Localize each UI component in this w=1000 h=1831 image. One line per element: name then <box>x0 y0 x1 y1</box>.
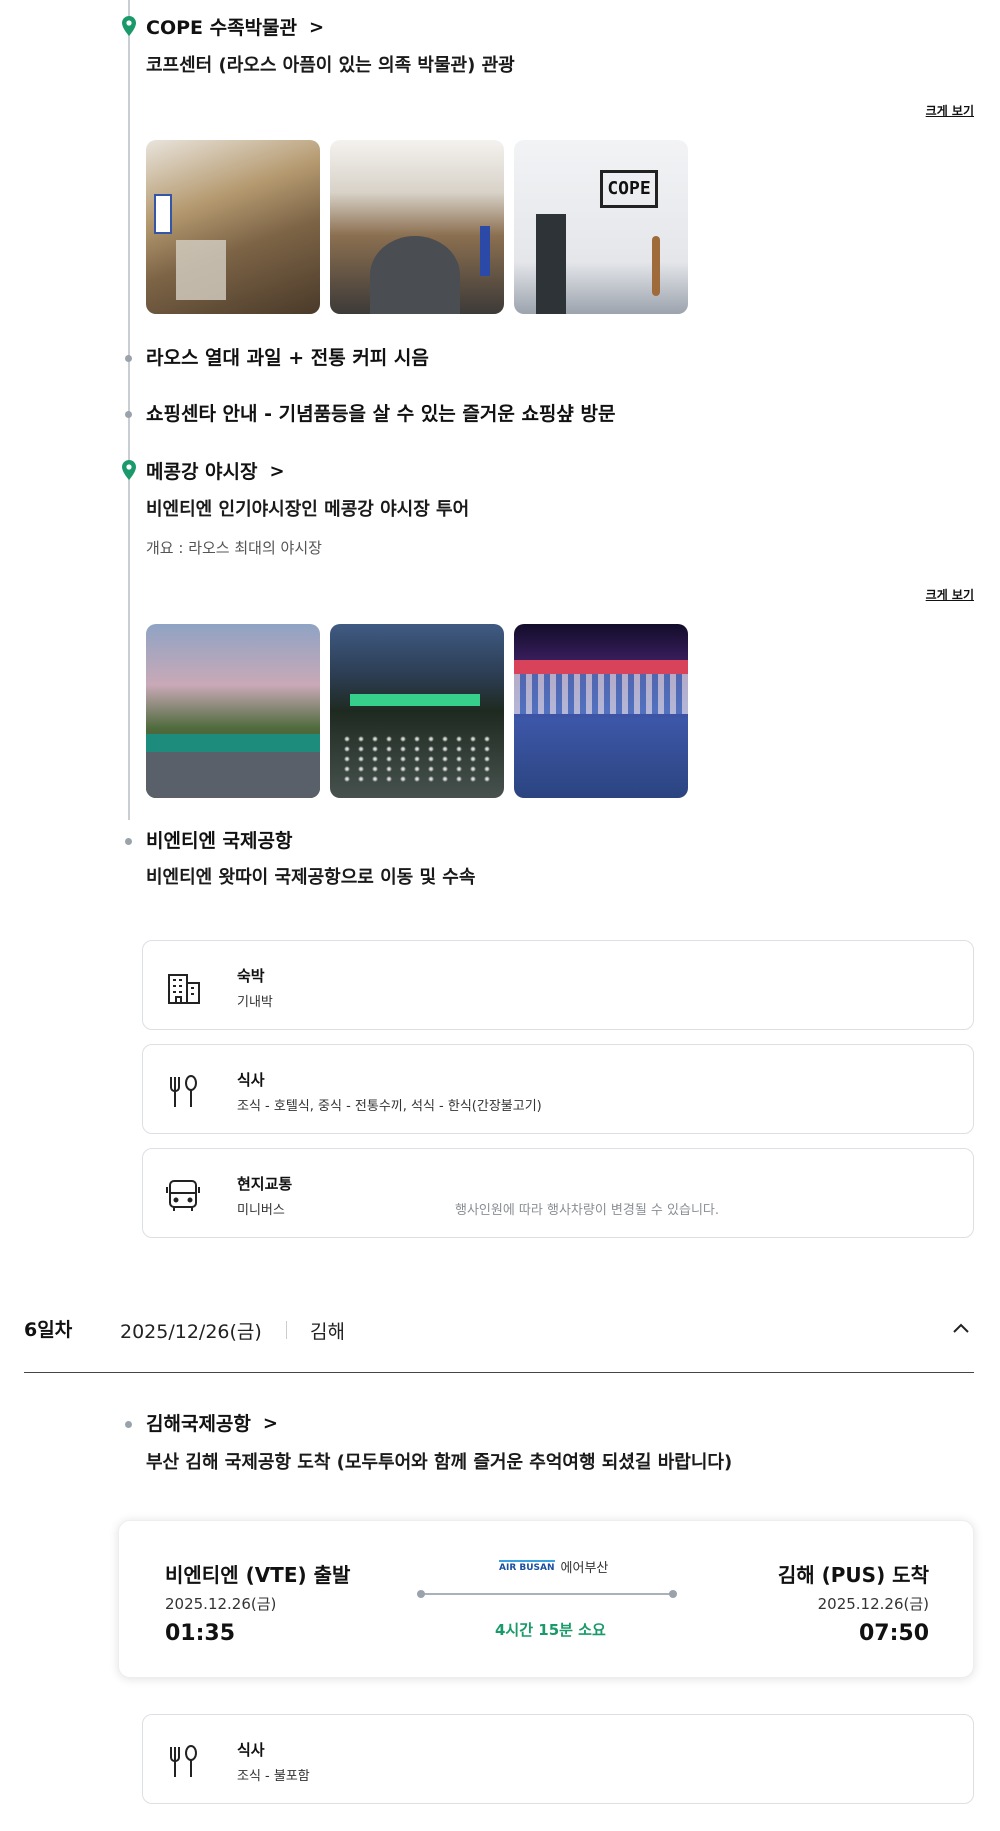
day-label: 6일차 <box>24 1319 73 1341</box>
flight-card: 비엔티엔 (VTE) 출발 2025.12.26(금) 01:35 AIR BU… <box>118 1520 974 1678</box>
meal-card: 식사 조식 - 불포함 <box>142 1714 974 1804</box>
photo-thumbnail[interactable] <box>146 624 320 798</box>
timeline-line <box>128 0 130 820</box>
meal-card: 식사 조식 - 호텔식, 중식 - 전통수끼, 석식 - 한식(간장불고기) <box>142 1044 974 1134</box>
stop-title: 라오스 열대 과일 + 전통 커피 시음 <box>146 347 429 369</box>
photo-thumbnail[interactable] <box>146 140 320 314</box>
photo-gallery: COPE <box>146 140 688 314</box>
bus-icon <box>166 1180 200 1211</box>
chevron-right-icon: > <box>262 1413 278 1434</box>
info-label: 식사 <box>237 1071 265 1089</box>
departure-time: 01:35 <box>165 1621 236 1646</box>
info-value: 미니버스 <box>237 1203 285 1218</box>
chevron-up-icon[interactable] <box>952 1319 970 1337</box>
flight-route-line <box>417 1590 677 1598</box>
info-label: 숙박 <box>237 967 265 985</box>
info-value: 조식 - 불포함 <box>237 1769 310 1784</box>
photo-thumbnail[interactable] <box>514 624 688 798</box>
location-pin-icon <box>122 460 136 480</box>
transport-card: 현지교통 미니버스 행사인원에 따라 행사차량이 변경될 수 있습니다. <box>142 1148 974 1238</box>
stop-subtitle: 부산 김해 국제공항 도착 (모두투어와 함께 즐거운 추억여행 되셨길 바랍니… <box>146 1452 733 1473</box>
stop-subtitle: 코프센터 (라오스 아픔이 있는 의족 박물관) 관광 <box>146 55 515 76</box>
photo-thumbnail[interactable] <box>330 140 504 314</box>
arrival-time: 07:50 <box>858 1621 929 1646</box>
departure-city: 비엔티엔 (VTE) 출발 <box>165 1563 351 1587</box>
stop-title: 김해국제공항 <box>146 1413 251 1435</box>
info-value: 기내박 <box>237 995 273 1010</box>
flight-duration: 4시간 15분 소요 <box>495 1621 606 1639</box>
fork-spoon-icon <box>170 1745 197 1777</box>
stop-subtitle: 비엔티엔 인기야시장인 메콩강 야시장 투어 <box>146 499 470 520</box>
stop-subtitle: 비엔티엔 왓따이 국제공항으로 이동 및 수속 <box>146 867 476 888</box>
enlarge-button[interactable]: 크게 보기 <box>926 102 974 119</box>
stop-title: 쇼핑센타 안내 - 기념품등을 살 수 있는 즐거운 쇼핑샾 방문 <box>146 403 616 425</box>
airline-name: 에어부산 <box>560 1561 609 1576</box>
day-date: 2025/12/26(금) <box>120 1321 262 1343</box>
airline-logo: AIR BUSAN <box>499 1560 555 1573</box>
photo-thumbnail[interactable] <box>330 624 504 798</box>
timeline-dot <box>125 411 132 418</box>
timeline-dot <box>125 838 132 845</box>
stop-description: 개요 : 라오스 최대의 야시장 <box>146 539 322 557</box>
stop-title: COPE 수족박물관 <box>146 17 298 39</box>
chevron-right-icon: > <box>269 461 285 482</box>
day-city: 김해 <box>310 1321 345 1343</box>
location-pin-icon <box>122 16 136 36</box>
arrival-city: 김해 (PUS) 도착 <box>777 1563 929 1587</box>
timeline-dot <box>125 1421 132 1428</box>
departure-date: 2025.12.26(금) <box>165 1595 277 1613</box>
lodging-card: 숙박 기내박 <box>142 940 974 1030</box>
info-note: 행사인원에 따라 행사차량이 변경될 수 있습니다. <box>455 1203 719 1218</box>
timeline-dot <box>125 355 132 362</box>
fork-spoon-icon <box>170 1075 197 1107</box>
enlarge-button[interactable]: 크게 보기 <box>926 586 974 603</box>
stop-title-link[interactable]: 메콩강 야시장 > <box>146 460 285 484</box>
stop-title-link[interactable]: COPE 수족박물관 > <box>146 16 324 40</box>
divider <box>286 1321 287 1339</box>
info-label: 현지교통 <box>237 1175 293 1193</box>
stop-title-link[interactable]: 김해국제공항 > <box>146 1412 278 1436</box>
day-header[interactable]: 6일차 2025/12/26(금) 김해 <box>24 1315 974 1373</box>
photo-thumbnail[interactable]: COPE <box>514 140 688 314</box>
stop-title: 비엔티엔 국제공항 <box>146 830 293 852</box>
chevron-right-icon: > <box>309 17 325 38</box>
info-label: 식사 <box>237 1741 265 1759</box>
photo-gallery <box>146 624 688 798</box>
building-icon <box>168 974 200 1004</box>
arrival-date: 2025.12.26(금) <box>817 1595 929 1613</box>
airline: AIR BUSAN 에어부산 <box>499 1557 608 1576</box>
info-value: 조식 - 호텔식, 중식 - 전통수끼, 석식 - 한식(간장불고기) <box>237 1099 542 1114</box>
stop-title: 메콩강 야시장 <box>146 461 258 483</box>
